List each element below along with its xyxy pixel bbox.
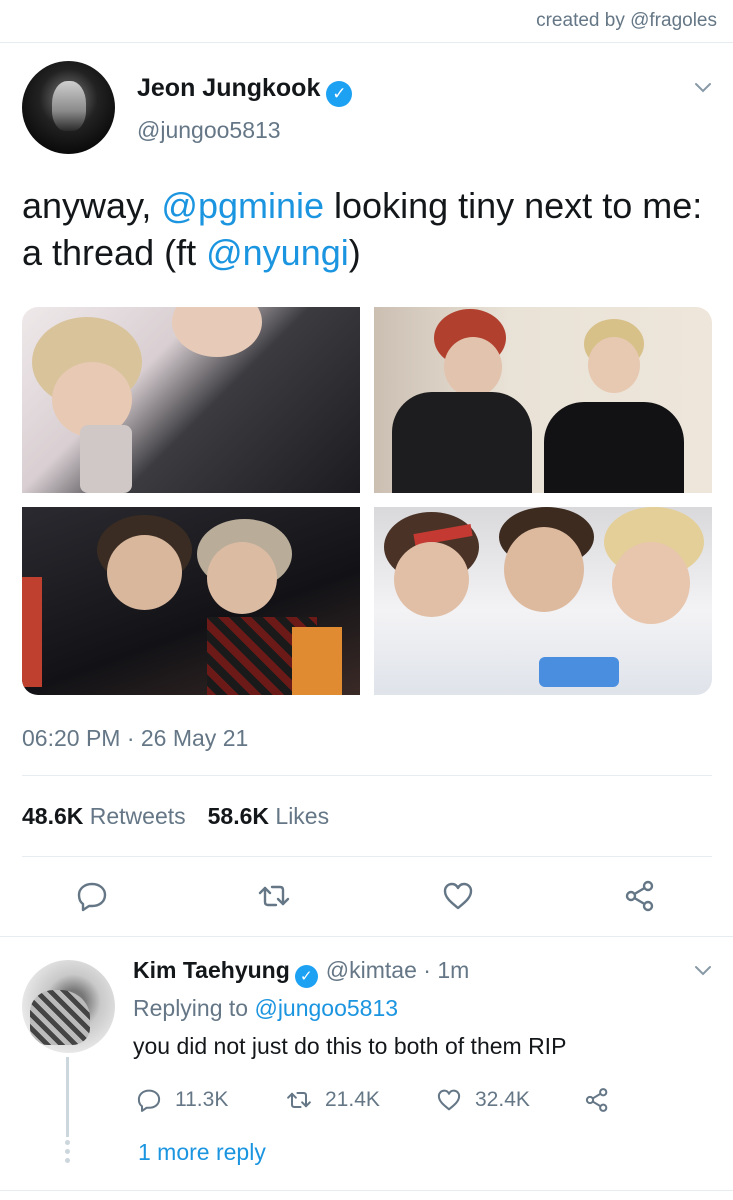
tweet-stats: 48.6K Retweets 58.6K Likes xyxy=(22,803,329,830)
replying-to-mention[interactable]: @jungoo5813 xyxy=(254,995,398,1021)
retweet-icon[interactable] xyxy=(256,878,292,914)
reply-icon xyxy=(137,1089,161,1112)
photo-4[interactable] xyxy=(374,507,712,695)
photo-2[interactable] xyxy=(374,307,712,493)
reply-meta-separator: · xyxy=(416,957,438,983)
verified-badge-icon: ✓ xyxy=(294,965,318,988)
mention-link[interactable]: @nyungi xyxy=(206,232,349,273)
divider xyxy=(0,936,733,937)
tweet-menu-chevron-down-icon[interactable] xyxy=(694,79,712,97)
author-name-row[interactable]: Jeon Jungkook ✓ xyxy=(137,74,353,107)
share-icon[interactable] xyxy=(622,878,658,914)
top-divider xyxy=(0,42,733,43)
reply-menu-chevron-down-icon[interactable] xyxy=(694,962,712,980)
author-handle[interactable]: @jungoo5813 xyxy=(137,117,281,144)
author-avatar[interactable] xyxy=(22,61,115,154)
tweet-text-part: anyway, xyxy=(22,185,162,226)
replying-to-label: Replying to xyxy=(133,995,255,1021)
share-icon xyxy=(585,1088,608,1112)
reply-time[interactable]: 1m xyxy=(437,957,469,983)
replying-to-line: Replying to @jungoo5813 xyxy=(133,995,398,1022)
watermark-credit: created by @fragoles xyxy=(536,10,717,31)
reply-author-handle[interactable]: @kimtae xyxy=(326,957,417,983)
photo-3[interactable] xyxy=(22,507,360,695)
photo-1[interactable] xyxy=(22,307,360,493)
reply-author-row[interactable]: Kim Taehyung ✓ @kimtae · 1m xyxy=(133,957,469,988)
like-count[interactable]: 58.6K xyxy=(208,803,269,829)
reply-text: you did not just do this to both of them… xyxy=(133,1033,567,1059)
like-icon xyxy=(437,1089,461,1111)
reply-retweet-button[interactable]: 21.4K xyxy=(285,1086,380,1114)
divider xyxy=(22,775,712,776)
verified-badge-icon: ✓ xyxy=(326,81,353,107)
divider xyxy=(0,1190,733,1191)
mention-link[interactable]: @pgminie xyxy=(161,185,324,226)
divider xyxy=(22,856,712,857)
tweet-text: anyway, @pgminie looking tiny next to me… xyxy=(22,182,712,276)
more-replies-link[interactable]: 1 more reply xyxy=(138,1139,266,1166)
like-label[interactable]: Likes xyxy=(275,803,329,829)
author-display-name[interactable]: Jeon Jungkook xyxy=(137,74,320,102)
retweet-count[interactable]: 48.6K xyxy=(22,803,83,829)
like-icon[interactable] xyxy=(440,878,476,914)
reply-like-count: 32.4K xyxy=(475,1088,530,1111)
reply-reply-button[interactable]: 11.3K xyxy=(135,1086,228,1114)
reply-like-button[interactable]: 32.4K xyxy=(435,1086,530,1114)
reply-author-display-name[interactable]: Kim Taehyung xyxy=(133,957,290,983)
thread-dots-icon xyxy=(64,1140,71,1167)
thread-connector-line xyxy=(66,1057,69,1137)
media-grid xyxy=(22,307,712,695)
tweet-timestamp[interactable]: 06:20 PM · 26 May 21 xyxy=(22,725,248,752)
retweet-label[interactable]: Retweets xyxy=(90,803,186,829)
reply-retweet-count: 21.4K xyxy=(325,1088,380,1111)
tweet-text-part: ) xyxy=(348,232,361,273)
reply-icon[interactable] xyxy=(74,878,110,914)
reply-author-avatar[interactable] xyxy=(22,960,115,1053)
retweet-icon xyxy=(287,1091,311,1109)
reply-reply-count: 11.3K xyxy=(175,1088,229,1111)
reply-share-button[interactable] xyxy=(583,1086,623,1114)
